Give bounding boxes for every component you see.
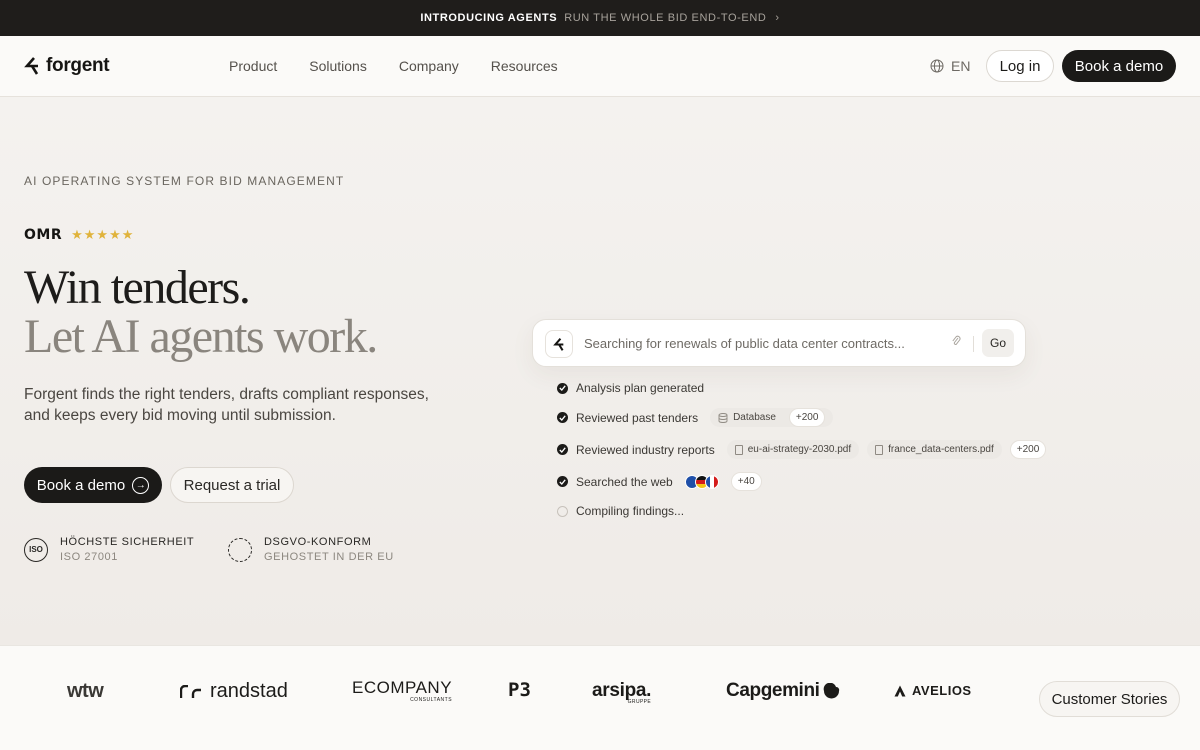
announcement-text: RUN THE WHOLE BID END-TO-END bbox=[564, 12, 767, 24]
forgent-logo-icon bbox=[24, 57, 39, 75]
logo-ecompany: ECOMPANY CONSULTANTS bbox=[352, 678, 452, 703]
eu-stars-icon bbox=[228, 537, 252, 562]
agent-step: Searched the web +40 bbox=[557, 472, 762, 491]
step-label: Reviewed past tenders bbox=[576, 410, 699, 425]
check-circle-icon bbox=[557, 476, 568, 487]
forgent-logo-icon bbox=[545, 330, 573, 358]
file-chip[interactable]: eu-ai-strategy-2030.pdf bbox=[726, 440, 860, 459]
check-circle-icon bbox=[557, 382, 568, 394]
source-flags bbox=[684, 474, 719, 489]
customer-logos: wtw randstad ECOMPANY CONSULTANTS P3 ars… bbox=[0, 645, 1200, 750]
logo[interactable]: forgent bbox=[24, 55, 110, 77]
announcement-bar[interactable]: INTRODUCING AGENTS RUN THE WHOLE BID END… bbox=[0, 0, 1200, 36]
more-count-badge: +200 bbox=[788, 408, 826, 427]
pending-circle-icon bbox=[557, 505, 568, 517]
iso-badge-icon: ISO bbox=[24, 537, 48, 562]
request-trial-button[interactable]: Request a trial bbox=[170, 467, 294, 503]
logo-text: Capgemini bbox=[726, 680, 820, 701]
agent-step: Analysis plan generated bbox=[557, 381, 704, 395]
nav-link-company[interactable]: Company bbox=[399, 58, 459, 74]
nav-link-resources[interactable]: Resources bbox=[491, 58, 558, 74]
arrow-right-icon: → bbox=[132, 476, 150, 494]
badge-subtitle: GEHOSTET IN DER EU bbox=[264, 551, 394, 563]
language-label: EN bbox=[951, 58, 971, 74]
fr-flag-icon bbox=[704, 474, 719, 489]
badge-gdpr: DSGVO-KONFORM GEHOSTET IN DER EU bbox=[228, 536, 394, 563]
badge-security: ISO HÖCHSTE SICHERHEIT ISO 27001 bbox=[24, 536, 194, 563]
customer-stories-button[interactable]: Customer Stories bbox=[1039, 681, 1180, 717]
more-count-badge: +40 bbox=[730, 472, 762, 491]
nav-link-product[interactable]: Product bbox=[229, 58, 277, 74]
globe-icon bbox=[930, 59, 944, 73]
chevron-right-icon: › bbox=[775, 12, 780, 24]
step-label: Compiling findings... bbox=[576, 504, 685, 518]
rating: OMR ★★★★★ bbox=[24, 227, 134, 243]
logo-subtext: GRUPPE bbox=[627, 699, 652, 705]
logo-text: AVELIOS bbox=[912, 683, 972, 698]
language-switcher[interactable]: EN bbox=[930, 58, 970, 74]
more-count-badge: +200 bbox=[1009, 440, 1047, 459]
badge-title: DSGVO-KONFORM bbox=[264, 536, 372, 548]
headline-primary: Win tenders. bbox=[24, 261, 251, 314]
step-label: Analysis plan generated bbox=[576, 381, 705, 395]
file-icon bbox=[734, 444, 743, 455]
logo-subtext: CONSULTANTS bbox=[410, 697, 453, 703]
hero-subtitle: Forgent finds the right tenders, drafts … bbox=[24, 386, 429, 424]
nav-links: Product Solutions Company Resources bbox=[229, 58, 558, 74]
book-demo-label: Book a demo bbox=[36, 476, 126, 494]
paperclip-icon[interactable] bbox=[951, 335, 961, 350]
check-circle-icon bbox=[557, 412, 568, 423]
badge-subtitle: ISO 27001 bbox=[60, 551, 118, 563]
chip-label: Database bbox=[733, 412, 776, 423]
logo-avelios: AVELIOS bbox=[894, 683, 972, 698]
headline-secondary: Let AI agents work. bbox=[24, 310, 378, 363]
agent-step: Reviewed past tenders Database +200 bbox=[557, 408, 834, 427]
book-demo-button[interactable]: Book a demo → bbox=[24, 467, 162, 503]
star-rating-icon: ★★★★★ bbox=[71, 227, 135, 242]
omr-logo: OMR bbox=[24, 227, 63, 243]
agent-step: Reviewed industry reports eu-ai-strategy… bbox=[557, 440, 1047, 459]
logo-randstad: randstad bbox=[180, 680, 288, 703]
logo-text: ECOMPANY bbox=[352, 678, 453, 697]
top-nav: forgent Product Solutions Company Resour… bbox=[0, 36, 1200, 97]
nav-link-solutions[interactable]: Solutions bbox=[309, 58, 367, 74]
logo-wtw: wtw bbox=[67, 680, 104, 702]
step-label: Searched the web bbox=[576, 474, 673, 489]
announcement-label: INTRODUCING AGENTS bbox=[420, 12, 558, 24]
go-button[interactable]: Go bbox=[982, 329, 1014, 357]
logo-p3: P3 bbox=[508, 679, 531, 701]
chip-label: eu-ai-strategy-2030.pdf bbox=[747, 444, 852, 455]
randstad-mark-icon bbox=[180, 684, 201, 698]
agent-search-bar[interactable]: Searching for renewals of public data ce… bbox=[532, 319, 1026, 367]
agent-step: Compiling findings... bbox=[557, 504, 684, 518]
badge-title: HÖCHSTE SICHERHEIT bbox=[60, 536, 195, 548]
check-circle-icon bbox=[557, 444, 568, 455]
avelios-mark-icon bbox=[894, 685, 906, 696]
hero-section: AI OPERATING SYSTEM FOR BID MANAGEMENT O… bbox=[0, 97, 1200, 645]
database-icon bbox=[718, 412, 728, 423]
database-chip[interactable]: Database +200 bbox=[710, 408, 834, 427]
divider bbox=[973, 336, 974, 352]
step-label: Reviewed industry reports bbox=[576, 442, 715, 457]
logo-text: randstad bbox=[210, 680, 288, 702]
hero-eyebrow: AI OPERATING SYSTEM FOR BID MANAGEMENT bbox=[24, 174, 345, 188]
file-chip[interactable]: france_data-centers.pdf bbox=[867, 440, 1002, 459]
book-demo-nav-button[interactable]: Book a demo bbox=[1062, 50, 1176, 82]
chip-label: france_data-centers.pdf bbox=[888, 444, 994, 455]
logo-capgemini: Capgemini bbox=[726, 680, 840, 702]
capgemini-spade-icon bbox=[823, 683, 839, 699]
logo-arsipa: arsipa. GRUPPE bbox=[592, 680, 651, 705]
agent-query-text: Searching for renewals of public data ce… bbox=[584, 336, 905, 351]
login-button[interactable]: Log in bbox=[986, 50, 1054, 82]
file-icon bbox=[875, 444, 884, 455]
logo-text: forgent bbox=[46, 55, 110, 76]
